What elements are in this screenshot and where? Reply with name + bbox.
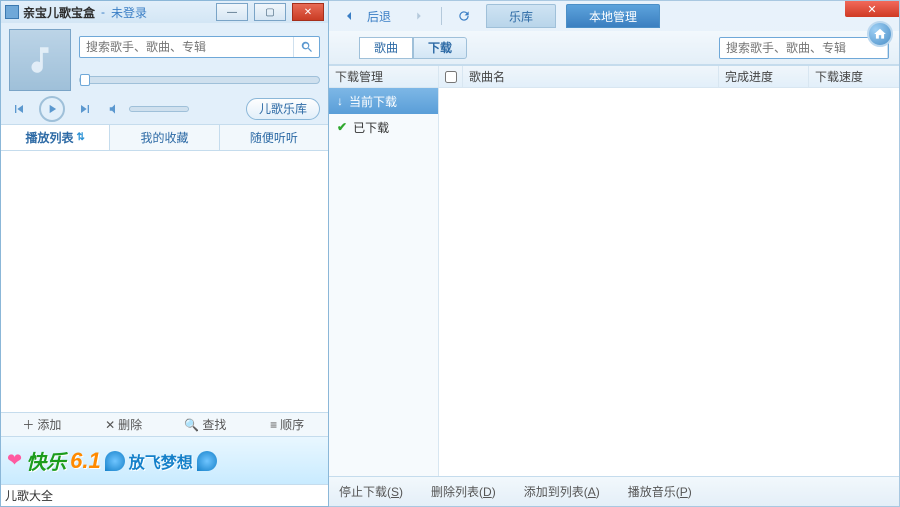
library-search-box — [719, 37, 889, 59]
home-icon — [873, 27, 887, 41]
sort-icon[interactable]: ⇅ — [76, 132, 84, 143]
title-bar[interactable]: 亲宝儿歌宝盒 - 未登录 — ▢ ✕ — [1, 1, 328, 23]
download-icon: ↓ — [337, 94, 343, 108]
banner-text-2: 6.1 — [70, 448, 101, 474]
playlist-actions: ＋添加 ✕删除 🔍查找 ≡顺序 — [1, 412, 328, 436]
x-icon: ✕ — [105, 418, 115, 432]
add-button[interactable]: ＋添加 — [1, 416, 83, 433]
library-window: ✕ 后退 乐库 本地管理 歌曲 下载 — [329, 0, 900, 507]
select-all-checkbox[interactable] — [445, 71, 457, 83]
wing-icon — [105, 451, 125, 471]
volume-button[interactable] — [105, 99, 125, 119]
sidebar-item-label: 已下载 — [353, 119, 389, 136]
sidebar: 下载管理 ↓ 当前下载 ✔ 已下载 — [329, 66, 439, 476]
app-title: 亲宝儿歌宝盒 — [23, 4, 95, 21]
close-button[interactable]: ✕ — [845, 1, 899, 17]
back-button[interactable] — [337, 5, 361, 27]
body: 下载管理 ↓ 当前下载 ✔ 已下载 歌曲名 完成进度 下载速度 — [329, 65, 899, 476]
search-input[interactable] — [80, 37, 293, 57]
playlist-tabs: 播放列表 ⇅ 我的收藏 随便听听 — [1, 125, 328, 151]
promo-banner[interactable]: ❤ 快乐 6.1 放飞梦想 — [1, 436, 328, 484]
music-library-button[interactable]: 儿歌乐库 — [246, 98, 320, 120]
footer-actions: 停止下载(S) 删除列表(D) 添加到列表(A) 播放音乐(P) — [329, 476, 899, 506]
banner-text-1: 快乐 — [26, 446, 66, 475]
sidebar-item-current[interactable]: ↓ 当前下载 — [329, 88, 438, 114]
separator — [441, 7, 442, 25]
home-button[interactable] — [867, 21, 893, 47]
tab-label: 播放列表 — [25, 129, 73, 146]
volume-slider[interactable] — [129, 106, 189, 112]
check-icon: ✔ — [337, 120, 347, 134]
search-box — [79, 36, 320, 58]
toolbar: 歌曲 下载 — [329, 31, 899, 65]
sidebar-item-label: 当前下载 — [349, 93, 397, 110]
sidebar-item-done[interactable]: ✔ 已下载 — [329, 114, 438, 140]
find-button[interactable]: 🔍查找 — [165, 416, 247, 433]
tab-playlist[interactable]: 播放列表 ⇅ — [1, 125, 110, 150]
plus-icon: ＋ — [22, 416, 34, 433]
stop-download-button[interactable]: 停止下载(S) — [339, 483, 403, 500]
music-note-icon — [23, 43, 57, 77]
refresh-button[interactable] — [452, 5, 476, 27]
library-search-input[interactable] — [720, 38, 887, 58]
prev-button[interactable] — [9, 99, 29, 119]
wing-icon — [197, 451, 217, 471]
tab-music-library[interactable]: 乐库 — [486, 4, 556, 28]
progress-bar[interactable] — [79, 76, 320, 84]
tab-local-manage[interactable]: 本地管理 — [566, 4, 660, 28]
sidebar-header: 下载管理 — [329, 66, 438, 88]
subtab-downloads[interactable]: 下载 — [413, 37, 467, 59]
album-art[interactable] — [9, 29, 71, 91]
main-area: 歌曲名 完成进度 下载速度 — [439, 66, 899, 476]
tab-label: 我的收藏 — [140, 129, 188, 146]
search-button[interactable] — [293, 37, 319, 57]
login-status[interactable]: 未登录 — [111, 4, 147, 21]
add-to-list-button[interactable]: 添加到列表(A) — [524, 483, 600, 500]
search-icon — [300, 40, 314, 54]
volume-control — [105, 99, 189, 119]
player-top — [1, 23, 328, 93]
maximize-button[interactable]: ▢ — [254, 3, 286, 21]
progress-knob[interactable] — [80, 74, 90, 86]
col-checkbox[interactable] — [439, 66, 463, 87]
play-button[interactable] — [39, 96, 65, 122]
tab-label: 随便听听 — [250, 129, 298, 146]
playback-controls: 儿歌乐库 — [1, 93, 328, 125]
nav-bar: 后退 乐库 本地管理 — [329, 1, 899, 31]
col-progress[interactable]: 完成进度 — [719, 66, 809, 87]
tab-favorites[interactable]: 我的收藏 — [110, 125, 219, 150]
minimize-button[interactable]: — — [216, 3, 248, 21]
delete-button[interactable]: ✕删除 — [83, 416, 165, 433]
banner-text-3: 放飞梦想 — [129, 449, 193, 473]
col-speed[interactable]: 下载速度 — [809, 66, 899, 87]
heart-icon: ❤ — [7, 450, 22, 471]
forward-button[interactable] — [407, 5, 431, 27]
play-music-button[interactable]: 播放音乐(P) — [628, 483, 692, 500]
order-button[interactable]: ≡顺序 — [246, 416, 328, 433]
back-label: 后退 — [367, 8, 391, 25]
search-icon: 🔍 — [184, 418, 199, 432]
player-window: 亲宝儿歌宝盒 - 未登录 — ▢ ✕ — [0, 0, 329, 507]
tab-random[interactable]: 随便听听 — [220, 125, 328, 150]
download-rows — [439, 88, 899, 476]
close-button[interactable]: ✕ — [292, 3, 324, 21]
list-icon: ≡ — [270, 418, 277, 432]
col-name[interactable]: 歌曲名 — [463, 66, 719, 87]
app-icon — [5, 5, 19, 19]
subtab-songs[interactable]: 歌曲 — [359, 37, 413, 59]
next-button[interactable] — [75, 99, 95, 119]
bottom-link[interactable]: 儿歌大全 — [1, 484, 328, 506]
title-sep: - — [101, 5, 105, 19]
delete-list-button[interactable]: 删除列表(D) — [431, 483, 496, 500]
playlist-area — [1, 151, 328, 412]
column-headers: 歌曲名 完成进度 下载速度 — [439, 66, 899, 88]
